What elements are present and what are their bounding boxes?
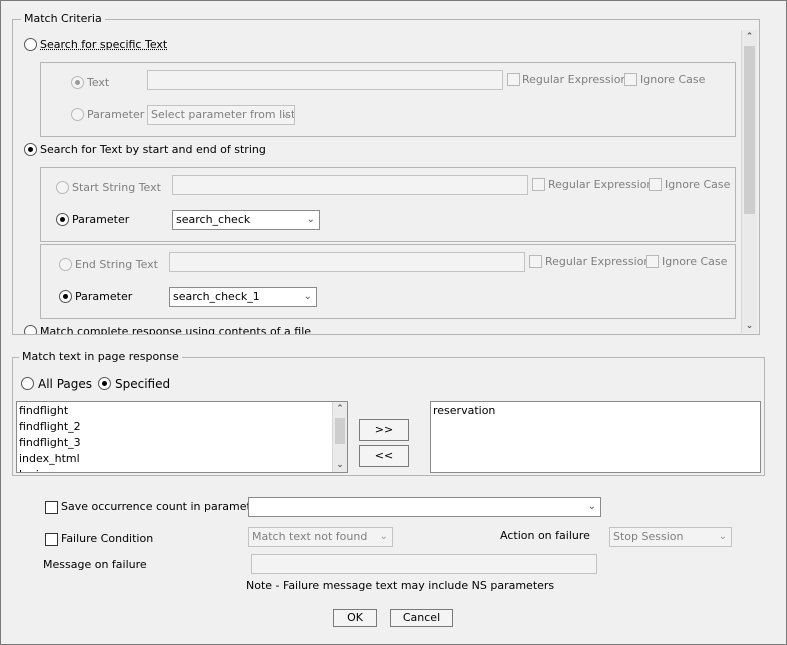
text-option-radio[interactable] bbox=[71, 76, 84, 89]
scrollbar-thumb[interactable] bbox=[335, 418, 345, 444]
start-ignore-case-checkbox[interactable] bbox=[649, 178, 662, 191]
specific-regex-label: Regular Expression bbox=[522, 73, 628, 86]
start-param-select[interactable]: search_check ⌄ bbox=[172, 210, 320, 230]
failure-condition-select-value: Match text not found bbox=[252, 530, 368, 543]
message-on-failure-input[interactable] bbox=[251, 554, 597, 574]
scroll-up-icon[interactable]: ⌃ bbox=[333, 402, 347, 416]
match-criteria-scrollbar[interactable]: ⌃ ⌄ bbox=[741, 30, 757, 333]
specific-text-label[interactable]: Search for specific Text bbox=[40, 38, 167, 52]
end-param-radio[interactable] bbox=[59, 290, 72, 303]
specific-param-select[interactable]: Select parameter from list ⌄ bbox=[147, 105, 295, 125]
match-criteria-scroll-area: Search for specific Text Text Regular Ex… bbox=[13, 28, 741, 334]
remove-page-button[interactable]: << bbox=[359, 445, 409, 467]
chevron-down-icon: ⌄ bbox=[303, 291, 312, 302]
selected-pages-items: reservation bbox=[431, 402, 760, 419]
ok-button[interactable]: OK bbox=[333, 609, 377, 627]
failure-condition-select[interactable]: Match text not found ⌄ bbox=[248, 527, 393, 547]
start-param-radio[interactable] bbox=[56, 213, 69, 226]
add-page-button[interactable]: >> bbox=[359, 419, 409, 441]
param-option-radio[interactable] bbox=[71, 108, 84, 121]
match-criteria-legend: Match Criteria bbox=[21, 12, 105, 25]
chevron-down-icon: ⌄ bbox=[281, 109, 290, 120]
scroll-down-icon[interactable]: ⌄ bbox=[333, 458, 347, 472]
chevron-down-icon: ⌄ bbox=[718, 531, 727, 542]
end-param-select-value: search_check_1 bbox=[173, 290, 260, 303]
start-param-select-value: search_check bbox=[176, 213, 251, 226]
list-item[interactable]: index_html bbox=[17, 451, 347, 467]
action-on-failure-label: Action on failure bbox=[500, 529, 590, 542]
list-item[interactable]: login bbox=[17, 467, 347, 472]
complete-response-label[interactable]: Match complete response using contents o… bbox=[40, 325, 311, 334]
failure-condition-checkbox[interactable] bbox=[45, 533, 58, 546]
action-on-failure-select-value: Stop Session bbox=[613, 530, 684, 543]
text-value-input[interactable] bbox=[147, 70, 503, 90]
end-regex-label: Regular Expression bbox=[545, 255, 651, 268]
specific-param-select-value: Select parameter from list bbox=[151, 108, 295, 121]
end-param-label: Parameter bbox=[75, 290, 133, 303]
failure-condition-label: Failure Condition bbox=[61, 532, 154, 545]
scroll-up-icon[interactable]: ⌃ bbox=[742, 30, 757, 44]
start-regex-checkbox[interactable] bbox=[532, 178, 545, 191]
chevron-down-icon: ⌄ bbox=[306, 214, 315, 225]
param-option-label: Parameter bbox=[87, 108, 145, 121]
list-item[interactable]: findflight_3 bbox=[17, 435, 347, 451]
list-item[interactable]: reservation bbox=[431, 403, 760, 419]
end-param-select[interactable]: search_check_1 ⌄ bbox=[169, 287, 317, 307]
end-regex-checkbox[interactable] bbox=[529, 255, 542, 268]
specified-radio[interactable] bbox=[98, 377, 111, 390]
available-pages-scrollbar[interactable]: ⌃ ⌄ bbox=[332, 402, 347, 472]
match-page-legend: Match text in page response bbox=[19, 350, 182, 363]
start-param-label: Parameter bbox=[72, 213, 130, 226]
available-pages-list[interactable]: findflight findflight_2 findflight_3 index_… bbox=[16, 401, 348, 473]
start-regex-label: Regular Expression bbox=[548, 178, 654, 191]
message-on-failure-label: Message on failure bbox=[43, 558, 147, 571]
note-text: Note - Failure message text may include … bbox=[246, 579, 555, 592]
start-ignore-case-label: Ignore Case bbox=[665, 178, 731, 191]
available-pages-items: findflight findflight_2 findflight_3 index_… bbox=[17, 402, 347, 472]
selected-pages-list[interactable]: reservation bbox=[430, 401, 761, 473]
all-pages-radio[interactable] bbox=[21, 377, 34, 390]
scrollbar-thumb[interactable] bbox=[744, 46, 755, 214]
chevron-down-icon: ⌄ bbox=[379, 531, 388, 542]
complete-response-radio[interactable] bbox=[24, 325, 37, 334]
list-item[interactable]: findflight_2 bbox=[17, 419, 347, 435]
specific-regex-checkbox[interactable] bbox=[507, 73, 520, 86]
save-count-checkbox[interactable] bbox=[45, 501, 58, 514]
start-end-label[interactable]: Search for Text by start and end of stri… bbox=[40, 143, 266, 157]
text-option-label: Text bbox=[87, 76, 110, 89]
specific-text-radio[interactable] bbox=[24, 38, 37, 51]
list-item[interactable]: findflight bbox=[17, 403, 347, 419]
save-count-label: Save occurrence count in parameter bbox=[61, 500, 263, 513]
start-text-input[interactable] bbox=[172, 175, 528, 195]
all-pages-label[interactable]: All Pages bbox=[38, 377, 92, 391]
save-count-select[interactable]: ⌄ bbox=[248, 497, 601, 517]
cancel-button[interactable]: Cancel bbox=[390, 609, 453, 627]
start-end-radio[interactable] bbox=[24, 143, 37, 156]
end-text-input[interactable] bbox=[169, 252, 525, 272]
specific-ignore-case-label: Ignore Case bbox=[640, 73, 706, 86]
start-text-label: Start String Text bbox=[72, 181, 161, 194]
start-text-radio[interactable] bbox=[56, 181, 69, 194]
action-on-failure-select[interactable]: Stop Session ⌄ bbox=[609, 527, 732, 547]
end-ignore-case-label: Ignore Case bbox=[662, 255, 728, 268]
end-ignore-case-checkbox[interactable] bbox=[646, 255, 659, 268]
specific-ignore-case-checkbox[interactable] bbox=[624, 73, 637, 86]
specified-label[interactable]: Specified bbox=[115, 377, 170, 391]
chevron-down-icon: ⌄ bbox=[587, 501, 596, 512]
scroll-down-icon[interactable]: ⌄ bbox=[742, 319, 757, 333]
end-text-label: End String Text bbox=[75, 258, 158, 271]
end-text-radio[interactable] bbox=[59, 258, 72, 271]
